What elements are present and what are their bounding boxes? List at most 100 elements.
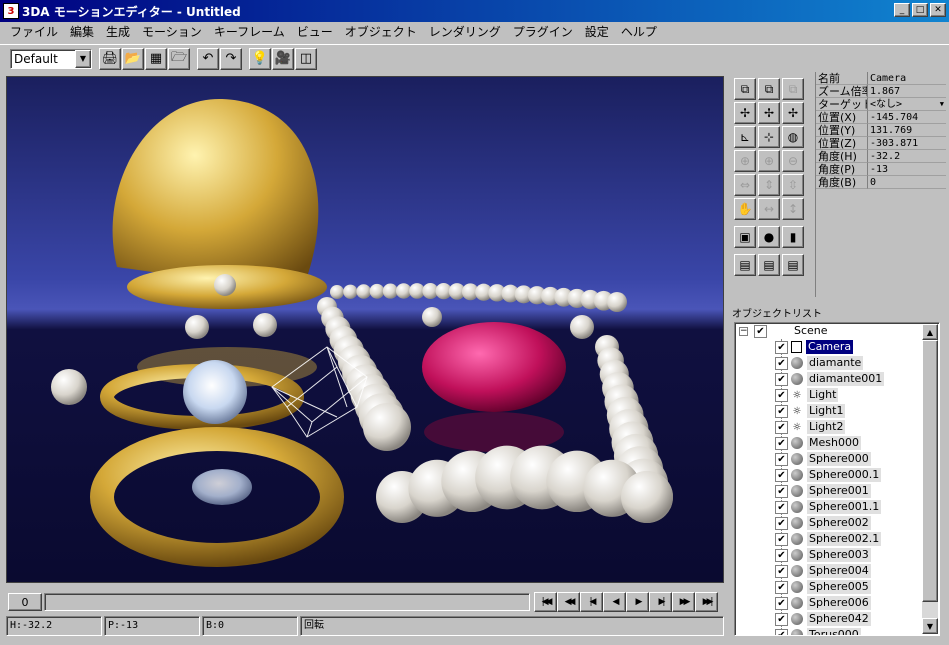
property-value[interactable]: -13 — [868, 163, 946, 176]
pan-h-icon[interactable]: ↔ — [758, 198, 780, 220]
menu-item-3[interactable]: モーション — [136, 23, 208, 41]
view-top-icon[interactable]: ⧉ — [782, 78, 804, 100]
property-row[interactable]: ターゲット <なし> — [816, 98, 946, 111]
zoom-out-icon[interactable]: ⊖ — [782, 150, 804, 172]
rewind-button[interactable]: ◀◀ — [557, 592, 580, 612]
open-folder-icon[interactable]: 📂 — [122, 47, 144, 70]
object-list-item[interactable]: ✔ Sphere042 — [735, 611, 939, 627]
camera-light-icon[interactable]: ▮ — [782, 226, 804, 248]
object-list-item[interactable]: ✔ ☼ Light — [735, 387, 939, 403]
visibility-checkbox[interactable]: ✔ — [775, 452, 788, 466]
grid-save-icon[interactable]: ▦ — [145, 47, 167, 70]
object-list-item[interactable]: ✔ Sphere003 — [735, 547, 939, 563]
globe-icon[interactable]: ◍ — [782, 126, 804, 148]
go-start-button[interactable]: |◀◀ — [534, 592, 557, 612]
minimize-button[interactable]: _ — [894, 3, 910, 17]
object-list-item[interactable]: ✔ diamante001 — [735, 371, 939, 387]
scroll-up-button[interactable]: ▲ — [922, 324, 938, 340]
collapse-icon[interactable]: − — [739, 326, 748, 336]
visibility-checkbox[interactable]: ✔ — [775, 340, 788, 354]
visibility-checkbox[interactable]: ✔ — [775, 420, 788, 434]
object-list-item[interactable]: ✔ Sphere000 — [735, 451, 939, 467]
object-list-item[interactable]: ✔ Sphere000.1 — [735, 467, 939, 483]
scale-x-icon[interactable]: ⇔ — [734, 174, 756, 196]
frame-icon[interactable]: ▣ — [734, 226, 756, 248]
move-z-icon[interactable]: ✢ — [782, 102, 804, 124]
object-list[interactable]: − ✔ Scene ✔ Camera ✔ diamante ✔ diamante001 ✔ ☼ Lig… — [734, 322, 940, 636]
move-y-icon[interactable]: ✢ — [758, 102, 780, 124]
property-row[interactable]: 位置(X) -145.704 — [816, 111, 946, 124]
menu-item-10[interactable]: ヘルプ — [615, 23, 663, 41]
chevron-down-icon[interactable]: ▼ — [75, 49, 91, 68]
visibility-checkbox[interactable]: ✔ — [775, 580, 788, 594]
go-end-button[interactable]: ▶▶| — [695, 592, 718, 612]
property-row[interactable]: 位置(Z) -303.871 — [816, 137, 946, 150]
property-row[interactable]: 角度(H) -32.2 — [816, 150, 946, 163]
pan-icon[interactable]: ✋ — [734, 198, 756, 220]
menu-item-1[interactable]: 編集 — [64, 23, 100, 41]
zoom-icon[interactable]: ⊕ — [758, 150, 780, 172]
print-icon[interactable]: 🖨 — [99, 47, 121, 70]
property-value[interactable]: 1.867 — [868, 85, 946, 98]
scroll-down-button[interactable]: ▼ — [922, 618, 938, 634]
title-bar[interactable]: 3 3DA モーションエディター - Untitled _ □ ✕ — [0, 0, 949, 22]
property-row[interactable]: 名前 Camera — [816, 72, 946, 85]
property-value[interactable]: 131.769 — [868, 124, 946, 137]
visibility-checkbox[interactable]: ✔ — [775, 596, 788, 610]
camera-icon[interactable]: 🎥 — [272, 47, 294, 70]
property-value[interactable]: -303.871 — [868, 137, 946, 150]
render-ball-icon[interactable]: ● — [758, 226, 780, 248]
menu-item-6[interactable]: オブジェクト — [339, 23, 423, 41]
visibility-checkbox[interactable]: ✔ — [775, 612, 788, 626]
scale-y-icon[interactable]: ⇕ — [758, 174, 780, 196]
visibility-checkbox[interactable]: ✔ — [775, 372, 788, 386]
visibility-checkbox[interactable]: ✔ — [775, 388, 788, 402]
object-list-item[interactable]: ✔ Sphere001.1 — [735, 499, 939, 515]
menu-item-7[interactable]: レンダリング — [423, 23, 507, 41]
menu-item-9[interactable]: 設定 — [579, 23, 615, 41]
redo-icon[interactable]: ↷ — [220, 47, 242, 70]
object-list-item[interactable]: ✔ Sphere005 — [735, 579, 939, 595]
tree-root-scene[interactable]: − ✔ Scene — [735, 323, 939, 339]
play-button[interactable]: ▶ — [626, 592, 649, 612]
visibility-checkbox[interactable]: ✔ — [775, 532, 788, 546]
object-list-item[interactable]: ✔ Sphere002 — [735, 515, 939, 531]
visibility-checkbox[interactable]: ✔ — [775, 516, 788, 530]
preset-select[interactable]: Default ▼ — [10, 48, 92, 69]
maximize-button[interactable]: □ — [912, 3, 928, 17]
property-row[interactable]: 角度(B) 0 — [816, 176, 946, 189]
scroll-thumb[interactable] — [922, 340, 938, 602]
cube-icon[interactable]: ◫ — [295, 47, 317, 70]
property-dropdown[interactable]: <なし> — [868, 98, 946, 111]
property-value[interactable]: 0 — [868, 176, 946, 189]
timeline-track[interactable] — [44, 593, 530, 611]
pan-v-icon[interactable]: ↕ — [782, 198, 804, 220]
scale-z-icon[interactable]: ⇳ — [782, 174, 804, 196]
rotate-icon[interactable]: ⊹ — [758, 126, 780, 148]
film-icon[interactable]: ▤ — [734, 254, 756, 276]
visibility-checkbox[interactable]: ✔ — [775, 500, 788, 514]
film-stop-icon[interactable]: ▤ — [782, 254, 804, 276]
view-side-icon[interactable]: ⧉ — [758, 78, 780, 100]
zoom-in-icon[interactable]: ⊕ — [734, 150, 756, 172]
menu-item-5[interactable]: ビュー — [291, 23, 339, 41]
new-folder-icon[interactable]: 🗁 — [168, 47, 190, 70]
property-value[interactable]: -32.2 — [868, 150, 946, 163]
visibility-checkbox[interactable]: ✔ — [775, 404, 788, 418]
close-button[interactable]: ✕ — [930, 3, 946, 17]
property-value[interactable]: Camera — [868, 72, 946, 85]
object-list-scrollbar[interactable]: ▲ ▼ — [922, 324, 938, 634]
object-list-item[interactable]: ✔ diamante — [735, 355, 939, 371]
menu-item-4[interactable]: キーフレーム — [208, 23, 291, 41]
property-row[interactable]: ズーム倍率 1.867 — [816, 85, 946, 98]
object-list-item[interactable]: ✔ Sphere001 — [735, 483, 939, 499]
object-list-item[interactable]: ✔ Sphere002.1 — [735, 531, 939, 547]
menu-item-2[interactable]: 生成 — [100, 23, 136, 41]
object-list-item[interactable]: ✔ Sphere004 — [735, 563, 939, 579]
fast-forward-button[interactable]: ▶▶ — [672, 592, 695, 612]
visibility-checkbox[interactable]: ✔ — [775, 484, 788, 498]
menu-item-8[interactable]: プラグイン — [507, 23, 579, 41]
frame-number[interactable]: 0 — [8, 593, 42, 611]
object-list-item[interactable]: ✔ Camera — [735, 339, 939, 355]
visibility-checkbox[interactable]: ✔ — [775, 628, 788, 635]
